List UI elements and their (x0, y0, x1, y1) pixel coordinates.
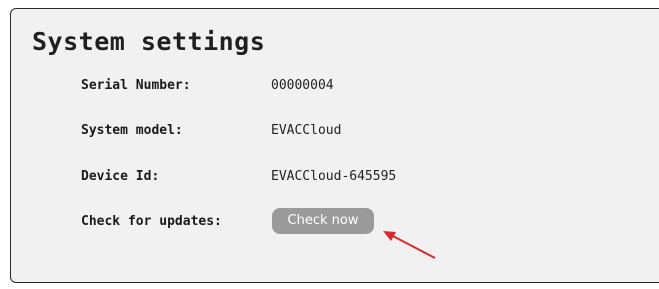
check-now-button[interactable]: Check now (272, 208, 374, 234)
device-id-row: Device Id: EVACCloud-645595 (11, 169, 659, 189)
system-model-row: System model: EVACCloud (11, 123, 659, 143)
system-model-label: System model: (81, 123, 183, 138)
serial-number-value: 00000004 (271, 78, 334, 93)
serial-number-label: Serial Number: (81, 78, 191, 93)
device-id-value: EVACCloud-645595 (271, 169, 397, 184)
device-id-label: Device Id: (81, 169, 160, 184)
check-updates-label: Check for updates: (81, 214, 222, 229)
serial-number-row: Serial Number: 00000004 (11, 78, 659, 98)
check-updates-row: Check for updates: Check now (11, 208, 659, 234)
system-model-value: EVACCloud (271, 123, 342, 138)
system-settings-panel: System settings Serial Number: 00000004 … (10, 8, 659, 283)
page-title: System settings (32, 27, 266, 56)
